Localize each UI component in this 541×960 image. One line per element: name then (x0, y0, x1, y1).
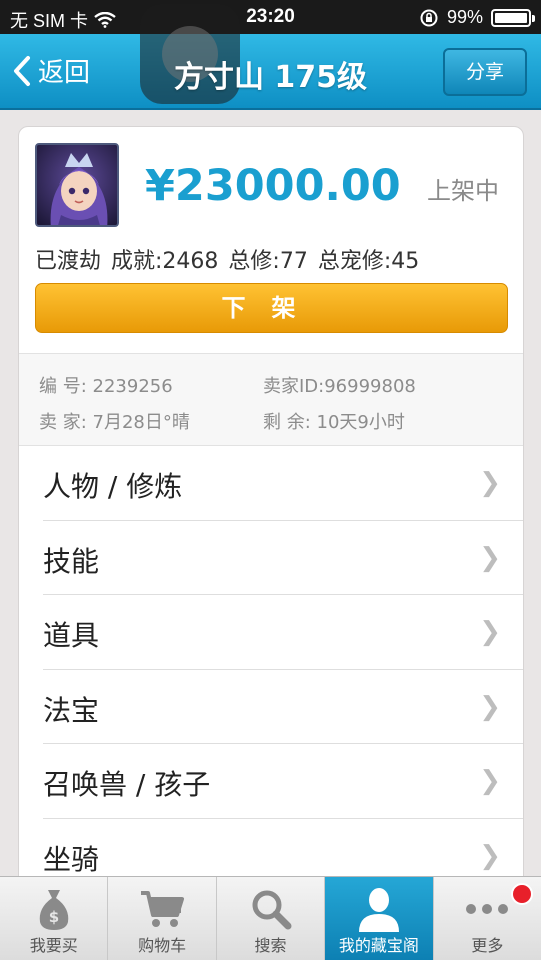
info-seller-id: 卖家ID:96999808 (263, 372, 416, 398)
info-seller-id-label: 卖家ID: (263, 376, 325, 397)
chevron-right-icon: ❯ (479, 840, 501, 871)
nav-bar: 返回 方寸山 175级 分享 (0, 4, 541, 110)
tab-label: 我要买 (29, 936, 78, 955)
info-id: 编 号: 2239256 (39, 372, 173, 398)
info-seller-value: 7月28日°晴 (92, 412, 190, 433)
menu-item-character[interactable]: 人物 / 修炼 ❯ (43, 446, 523, 521)
stat-cultivation: 总修:77 (228, 249, 308, 274)
info-seller-label: 卖 家: (39, 412, 87, 433)
tab-buy[interactable]: $ 我要买 (0, 877, 109, 960)
character-stats: 已渡劫 成就:2468 总修:77 总宠修:45 (35, 243, 419, 275)
money-bag-icon: $ (39, 890, 68, 930)
info-remaining: 剩 余: 10天9小时 (263, 408, 405, 434)
take-down-button[interactable]: 下架 (35, 283, 508, 333)
info-remaining-label: 剩 余: (263, 412, 311, 433)
listing-status: 上架中 (427, 177, 499, 205)
tab-more[interactable]: 更多 (434, 877, 541, 960)
info-seller: 卖 家: 7月28日°晴 (39, 408, 190, 434)
menu-item-label: 法宝 (43, 693, 100, 727)
battery-icon (491, 8, 535, 27)
character-avatar (35, 143, 119, 227)
user-icon (358, 888, 399, 932)
tab-bar: $ 我要买 购物车 搜索 我的藏宝阁 更多 (0, 876, 541, 960)
menu-item-label: 技能 (43, 544, 100, 578)
menu-item-label: 召唤兽 / 孩子 (43, 768, 211, 801)
menu-item-label: 坐骑 (43, 842, 100, 876)
chevron-right-icon: ❯ (479, 468, 501, 498)
menu-item-skills[interactable]: 技能 ❯ (43, 521, 523, 595)
item-card: ¥23000.00 上架中 已渡劫 成就:2468 总修:77 总宠修:45 下… (18, 126, 524, 886)
info-id-label: 编 号: (39, 376, 87, 397)
chevron-right-icon: ❯ (479, 691, 501, 722)
info-remaining-value: 10天9小时 (316, 412, 405, 433)
status-bar: 无 SIM 卡 23:20 99% (0, 0, 541, 34)
tab-label: 购物车 (138, 936, 187, 955)
stat-tribulation: 已渡劫 (35, 249, 102, 274)
menu-item-items[interactable]: 道具 ❯ (43, 595, 523, 670)
info-id-value: 2239256 (92, 376, 173, 397)
detail-menu: 人物 / 修炼 ❯ 技能 ❯ 道具 ❯ 法宝 ❯ 召唤兽 / 孩子 ❯ 坐骑 ❯ (43, 446, 523, 885)
stat-pet-cultivation: 总宠修:45 (317, 249, 420, 274)
chevron-right-icon: ❯ (479, 766, 501, 796)
stat-achievement: 成就:2468 (111, 249, 219, 274)
chevron-right-icon: ❯ (479, 617, 501, 647)
tab-search[interactable]: 搜索 (217, 877, 326, 960)
menu-item-label: 道具 (43, 619, 100, 652)
cart-icon (141, 891, 185, 927)
search-icon (252, 890, 292, 930)
tab-label: 我的藏宝阁 (338, 936, 419, 955)
battery-percent: 99% (446, 7, 483, 27)
tab-label: 搜索 (254, 936, 287, 955)
tab-cart[interactable]: 购物车 (108, 877, 217, 960)
menu-item-pets[interactable]: 召唤兽 / 孩子 ❯ (43, 744, 523, 819)
chevron-right-icon: ❯ (479, 542, 501, 573)
notification-badge (511, 883, 534, 905)
price-label: ¥23000.00 (145, 161, 401, 211)
tab-my-treasure[interactable]: 我的藏宝阁 (325, 877, 434, 960)
info-seller-id-value: 96999808 (324, 376, 416, 397)
menu-item-label: 人物 / 修炼 (43, 470, 183, 503)
svg-text:$: $ (48, 908, 58, 926)
menu-item-treasures[interactable]: 法宝 ❯ (43, 670, 523, 744)
listing-info: 编 号: 2239256 卖家ID:96999808 卖 家: 7月28日°晴 … (19, 353, 523, 446)
share-button[interactable]: 分享 (443, 48, 527, 96)
tab-label: 更多 (471, 936, 504, 955)
more-icon (466, 904, 509, 914)
rotation-lock-icon (420, 9, 438, 26)
